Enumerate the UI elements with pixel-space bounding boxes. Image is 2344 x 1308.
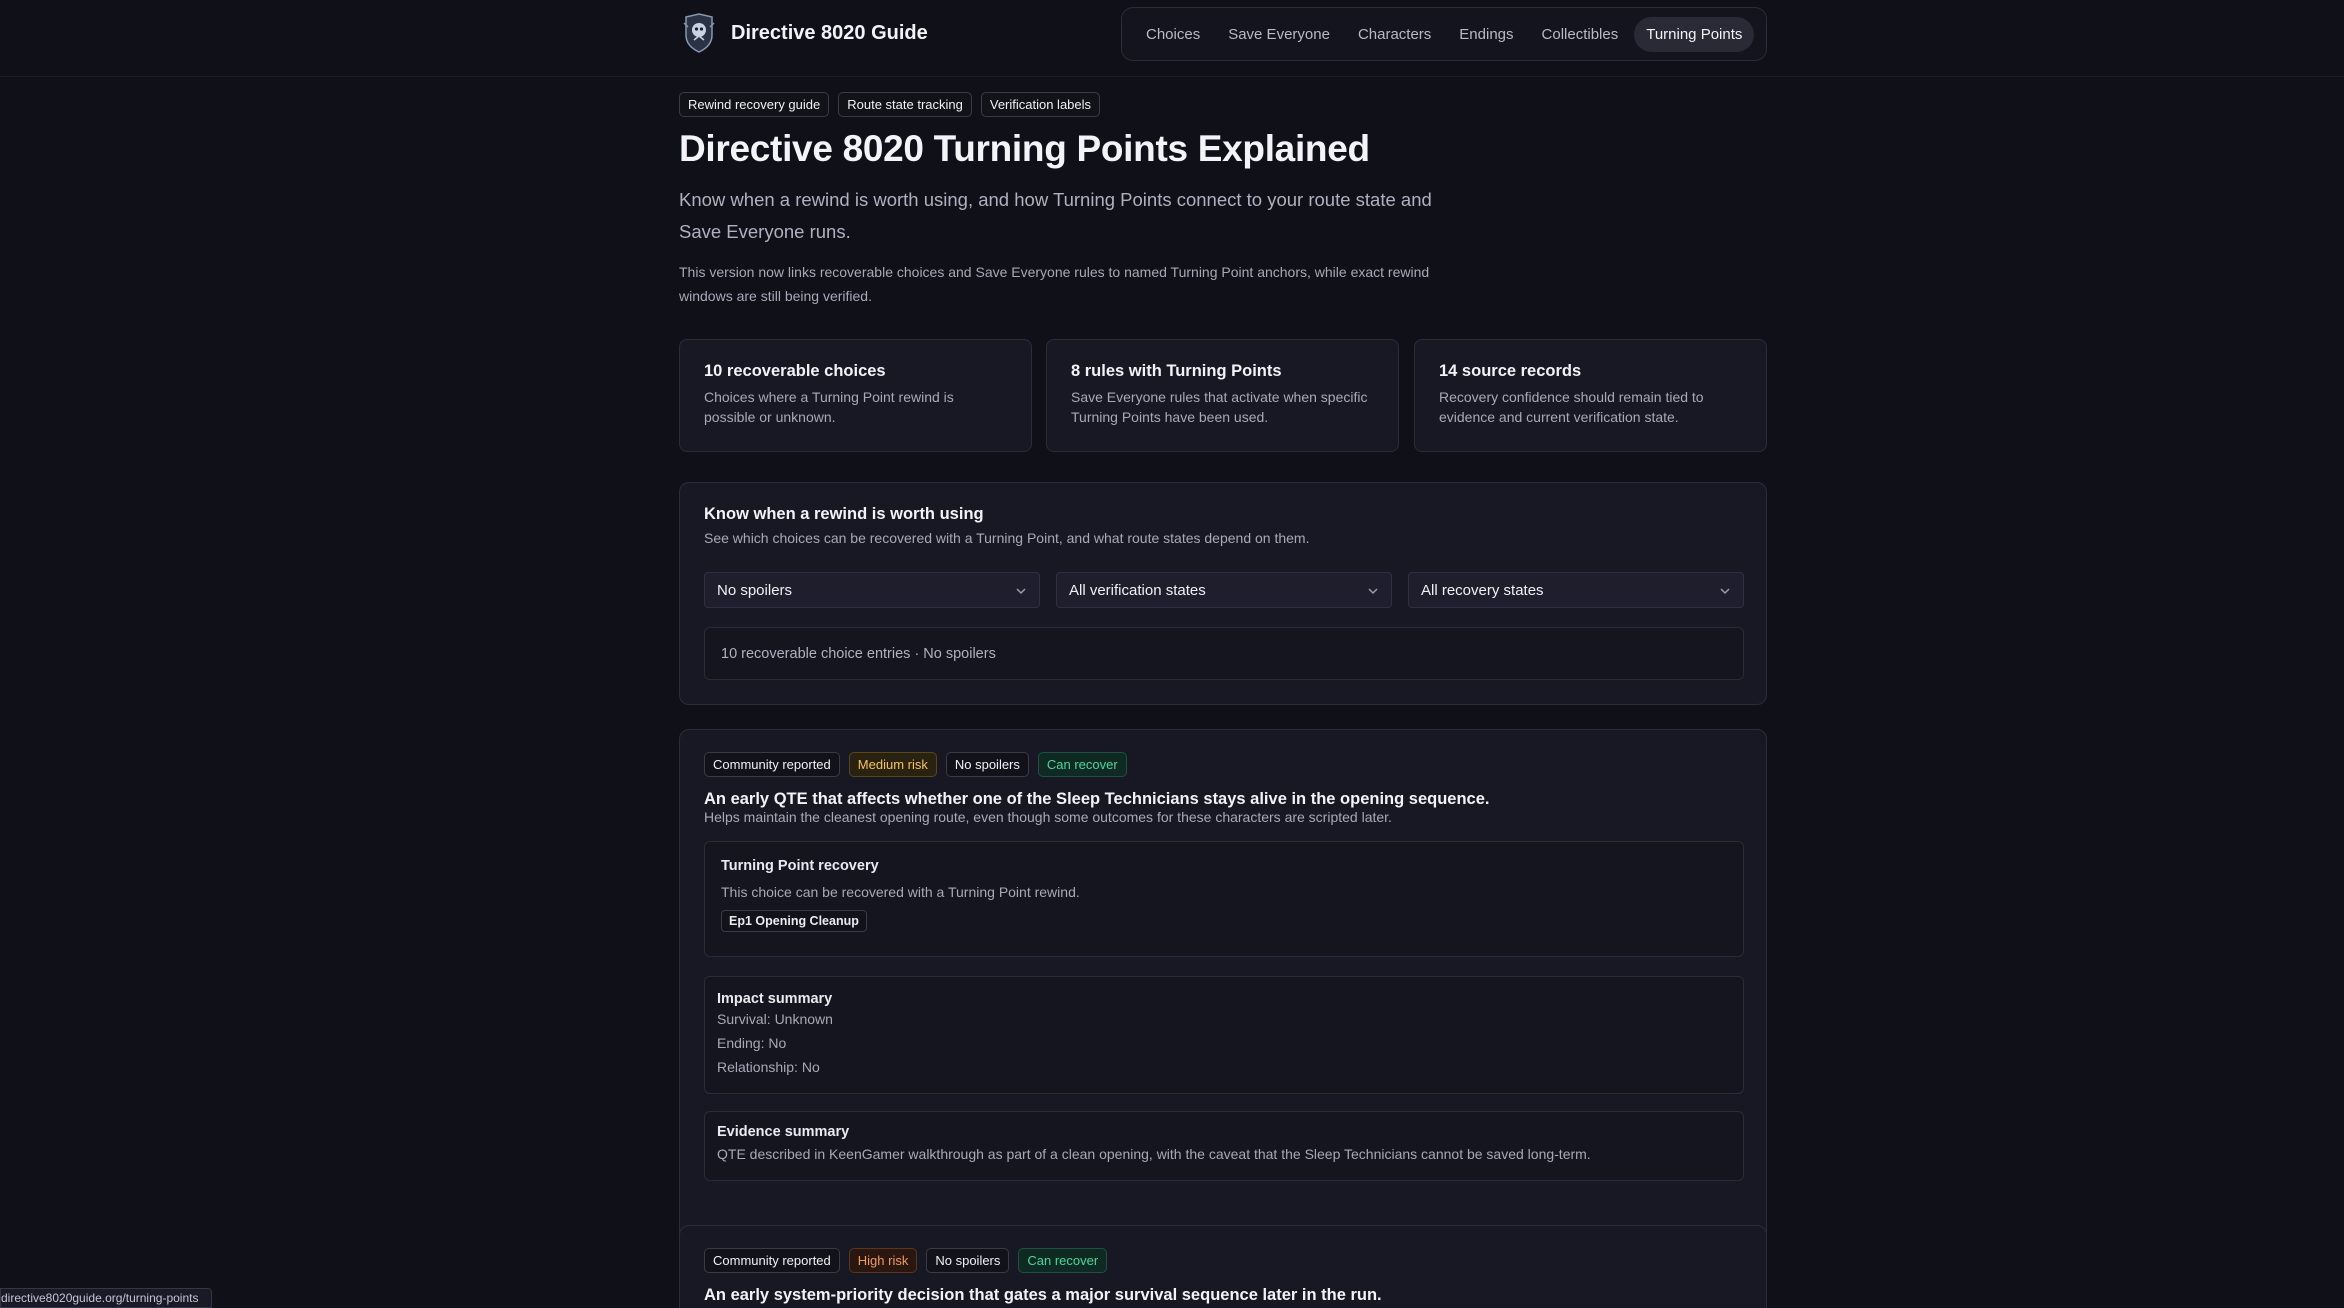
turning-point-recovery-box: Turning Point recovery This choice can b… — [704, 841, 1744, 957]
top-navigation-bar: Directive 8020 Guide Choices Save Everyo… — [0, 0, 2344, 77]
choice-subtitle: Helps maintain the cleanest opening rout… — [704, 809, 1392, 825]
source-badge: Community reported — [704, 752, 840, 777]
stat-desc: Save Everyone rules that activate when s… — [1071, 389, 1368, 425]
verification-select[interactable]: All verification states — [1056, 572, 1392, 608]
stats-row: 10 recoverable choices Choices where a T… — [679, 339, 1767, 452]
chip-verification-labels: Verification labels — [980, 92, 1101, 117]
impact-survival: Survival: Unknown — [717, 1011, 833, 1027]
nav-collectibles[interactable]: Collectibles — [1530, 17, 1631, 52]
chevron-down-icon — [1015, 582, 1027, 599]
main-nav: Choices Save Everyone Characters Endings… — [1121, 7, 1767, 61]
choice-title: An early QTE that affects whether one of… — [704, 790, 1490, 808]
nav-endings[interactable]: Endings — [1447, 17, 1525, 52]
stat-title: 8 rules with Turning Points — [1071, 362, 1282, 380]
choice-title: An early system-priority decision that g… — [704, 1286, 1382, 1304]
crest-logo-icon — [681, 13, 717, 53]
risk-badge: High risk — [848, 1248, 918, 1273]
brand-link[interactable]: Directive 8020 Guide — [681, 12, 928, 54]
choice-card: Community reported High risk No spoilers… — [679, 1225, 1767, 1308]
status-bar-url: directive8020guide.org/turning-points — [0, 1288, 212, 1308]
stat-desc: Recovery confidence should remain tied t… — [1439, 389, 1704, 425]
brand-title: Directive 8020 Guide — [731, 21, 928, 44]
risk-badge: Medium risk — [848, 752, 937, 777]
choice-card-tags: Community reported High risk No spoilers… — [704, 1248, 1108, 1273]
stat-card: 10 recoverable choices Choices where a T… — [679, 339, 1032, 452]
filter-panel-subtitle: See which choices can be recovered with … — [704, 530, 1310, 546]
chevron-down-icon — [1367, 582, 1379, 599]
hero-chips: Rewind recovery guide Route state tracki… — [679, 92, 1101, 117]
filter-panel: Know when a rewind is worth using See wh… — [679, 482, 1767, 705]
nav-turning-points[interactable]: Turning Points — [1634, 16, 1755, 52]
stat-card: 14 source records Recovery confidence sh… — [1414, 339, 1767, 452]
stat-title: 14 source records — [1439, 362, 1582, 380]
page-title: Directive 8020 Turning Points Explained — [679, 128, 1370, 169]
filter-panel-title: Know when a rewind is worth using — [704, 505, 984, 523]
recovery-select-value: All recovery states — [1421, 581, 1544, 599]
turning-point-anchor-link[interactable]: Ep1 Opening Cleanup — [721, 910, 867, 932]
spoiler-select[interactable]: No spoilers — [704, 572, 1040, 608]
nav-characters[interactable]: Characters — [1346, 17, 1443, 52]
filter-selects: No spoilers All verification states All … — [704, 572, 1744, 608]
nav-choices[interactable]: Choices — [1134, 17, 1212, 52]
impact-summary-box: Impact summary Survival: Unknown Ending:… — [704, 976, 1744, 1094]
impact-relationship: Relationship: No — [717, 1059, 820, 1075]
page-lead: Know when a rewind is worth using, and h… — [679, 189, 1432, 242]
results-summary: 10 recoverable choice entries · No spoil… — [704, 627, 1744, 680]
impact-ending: Ending: No — [717, 1035, 787, 1051]
evidence-summary-title: Evidence summary — [717, 1124, 850, 1140]
spoiler-badge: No spoilers — [945, 752, 1029, 777]
recovery-box-text: This choice can be recovered with a Turn… — [721, 884, 1080, 900]
choice-card-tags: Community reported Medium risk No spoile… — [704, 752, 1127, 777]
status-url-text: directive8020guide.org/turning-points — [1, 1291, 199, 1305]
chevron-down-icon — [1719, 582, 1731, 599]
stat-card: 8 rules with Turning Points Save Everyon… — [1046, 339, 1399, 452]
stat-title: 10 recoverable choices — [704, 362, 886, 380]
recovery-badge: Can recover — [1018, 1248, 1108, 1273]
nav-save-everyone[interactable]: Save Everyone — [1216, 17, 1342, 52]
stat-desc: Choices where a Turning Point rewind is … — [704, 389, 954, 425]
choice-card: Community reported Medium risk No spoile… — [679, 729, 1767, 1286]
page-note: This version now links recoverable choic… — [679, 264, 1430, 304]
source-badge: Community reported — [704, 1248, 840, 1273]
recovery-box-title: Turning Point recovery — [721, 858, 879, 874]
evidence-summary-box: Evidence summary QTE described in KeenGa… — [704, 1111, 1744, 1181]
spoiler-select-value: No spoilers — [717, 581, 793, 599]
impact-summary-title: Impact summary — [717, 991, 833, 1007]
verification-select-value: All verification states — [1069, 581, 1206, 599]
recovery-badge: Can recover — [1037, 752, 1127, 777]
recovery-select[interactable]: All recovery states — [1408, 572, 1744, 608]
chip-route-state: Route state tracking — [838, 92, 972, 117]
evidence-summary-text: QTE described in KeenGamer walkthrough a… — [717, 1146, 1591, 1162]
spoiler-badge: No spoilers — [926, 1248, 1010, 1273]
chip-rewind-recovery: Rewind recovery guide — [679, 92, 830, 117]
